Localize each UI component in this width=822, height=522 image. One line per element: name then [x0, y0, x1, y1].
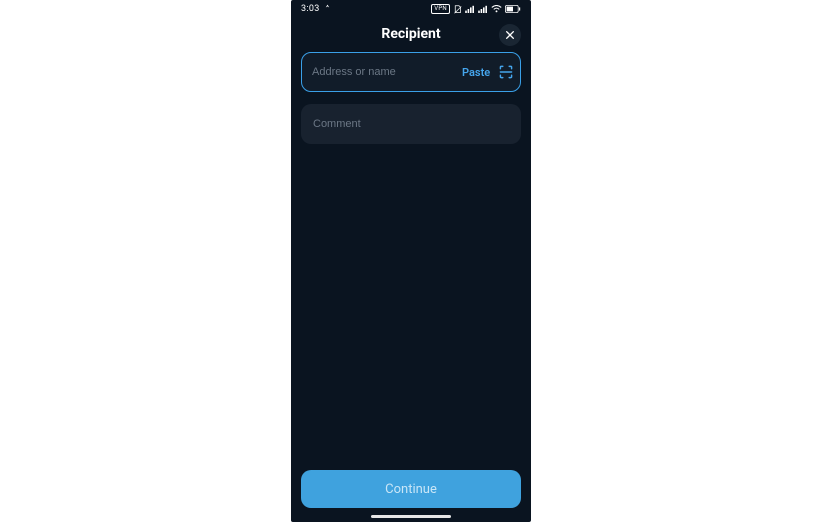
continue-button[interactable]: Continue [301, 470, 521, 508]
wifi-icon [491, 5, 502, 13]
close-button[interactable] [499, 24, 521, 46]
spacer [301, 144, 521, 470]
scan-button[interactable] [498, 64, 514, 80]
header: Recipient [291, 18, 531, 52]
phone-screen: 3:03 VPN Recipient [291, 0, 531, 522]
home-indicator[interactable] [371, 515, 451, 518]
status-bar: 3:03 VPN [291, 0, 531, 18]
comment-input[interactable] [313, 118, 509, 130]
vpn-icon: VPN [431, 4, 450, 14]
continue-label: Continue [385, 482, 437, 497]
close-icon [505, 30, 515, 40]
address-field: Paste [301, 52, 521, 92]
address-input[interactable] [312, 66, 454, 78]
page-title: Recipient [381, 26, 440, 42]
signal-1-icon [465, 5, 475, 13]
battery-icon [505, 5, 521, 13]
no-sim-icon [453, 5, 462, 14]
scan-icon [498, 64, 514, 80]
content-area: Paste Continue [291, 52, 531, 522]
signal-2-icon [478, 5, 488, 13]
status-time: 3:03 [301, 4, 320, 14]
comment-field [301, 104, 521, 144]
status-eyecare-icon [324, 4, 331, 14]
paste-button[interactable]: Paste [462, 66, 490, 79]
